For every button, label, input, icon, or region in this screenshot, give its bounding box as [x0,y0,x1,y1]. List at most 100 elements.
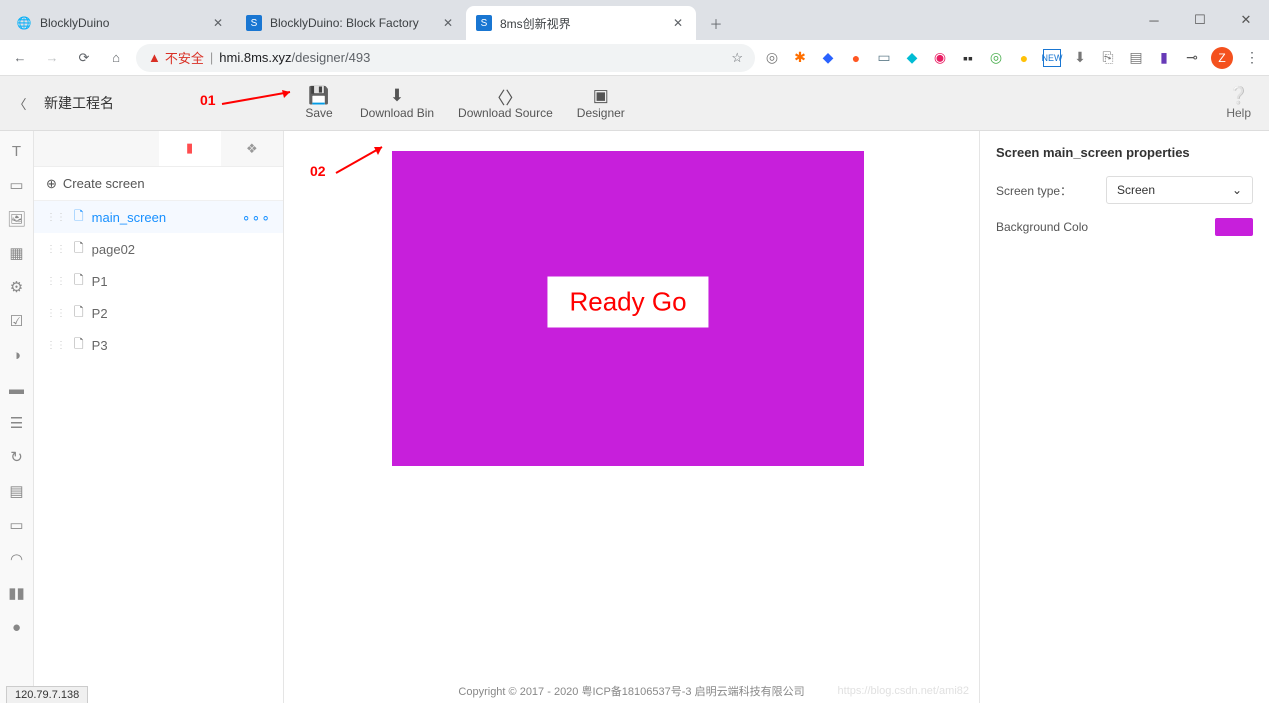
drag-handle-icon[interactable]: ⋮⋮ [46,340,66,351]
screen-canvas[interactable]: Ready Go [392,151,864,466]
file-icon: 🗋 [74,335,84,356]
bar-widget-icon[interactable]: ▬ [7,379,27,399]
list-widget-icon[interactable]: ☰ [7,413,27,433]
ext-icon[interactable]: ◎ [987,49,1005,67]
status-ip: 120.79.7.138 [6,686,88,703]
screen-type-value: Screen [1117,183,1155,197]
back-button[interactable]: ← [8,46,32,70]
forward-button[interactable]: → [40,46,64,70]
screens-tab[interactable]: ▮ [159,131,221,166]
screen-panel: ▮ ❖ ⊕ Create screen ⋮⋮ 🗋 main_screen ∘∘∘… [34,131,284,703]
drag-handle-icon[interactable]: ⋮⋮ [46,308,66,319]
drag-handle-icon[interactable]: ⋮⋮ [46,276,66,287]
layers-tab[interactable]: ❖ [221,131,283,166]
screen-name: P3 [92,338,108,353]
screen-item-page02[interactable]: ⋮⋮ 🗋 page02 [34,233,283,265]
close-icon[interactable]: ✕ [440,15,456,31]
screen-type-label: Screen type： [996,182,1096,199]
app-body: 02 T ▭ 🖼 ▦ ⚙ ☑ ◑ ▬ ☰ ↻ ▤ ▭ ◠ ▮▮ ● ▮ ❖ [0,131,1269,703]
ext-new-icon[interactable]: NEW [1043,49,1061,67]
screen-item-p3[interactable]: ⋮⋮ 🗋 P3 [34,329,283,361]
download-source-button[interactable]: 〈〉 Download Source [450,82,561,124]
key-icon[interactable]: ⊸ [1183,49,1201,67]
ext-icon[interactable]: ⎘ [1099,49,1117,67]
screen-name: P1 [92,274,108,289]
screen-type-select[interactable]: Screen ⌄ [1106,176,1253,204]
download-icon[interactable]: ⬇ [1071,49,1089,67]
help-button[interactable]: ❔ Help [1226,86,1251,120]
designer-label: Designer [577,106,625,120]
ext-icon[interactable]: ● [1015,49,1033,67]
layers-icon: ❖ [246,141,258,157]
tabs-container: 🌐 BlocklyDuino ✕ S BlocklyDuino: Block F… [0,4,730,40]
tab-8ms[interactable]: S 8ms创新视界 ✕ [466,6,696,40]
check-widget-icon[interactable]: ☑ [7,311,27,331]
ext-icon[interactable]: ▭ [875,49,893,67]
save-button[interactable]: 💾 Save [294,82,344,124]
ext-icon[interactable]: ▪▪ [959,49,977,67]
download-bin-label: Download Bin [360,106,434,120]
create-screen-button[interactable]: ⊕ Create screen [34,167,283,201]
profile-avatar[interactable]: Z [1211,47,1233,69]
app-back-button[interactable]: 〈 [0,76,40,130]
screen-item-main[interactable]: ⋮⋮ 🗋 main_screen ∘∘∘ [34,201,283,233]
menu-icon[interactable]: ⋮ [1243,49,1261,67]
panel-widget-icon[interactable]: ▭ [7,515,27,535]
text-widget-icon[interactable]: T [7,141,27,161]
ext-icon[interactable]: ▤ [1127,49,1145,67]
file-icon: ▮ [186,140,193,156]
designer-button[interactable]: ▣ Designer [569,82,633,124]
spinner-widget-icon[interactable]: ↻ [7,447,27,467]
properties-title: Screen main_screen properties [996,145,1253,160]
star-icon[interactable]: ☆ [731,50,743,66]
ext-icon[interactable]: ✱ [791,49,809,67]
canvas-area[interactable]: Ready Go Copyright © 2017 - 2020 粤ICP备18… [284,131,979,703]
home-button[interactable]: ⌂ [104,46,128,70]
browser-tab-strip: 🌐 BlocklyDuino ✕ S BlocklyDuino: Block F… [0,0,1269,40]
screen-item-p1[interactable]: ⋮⋮ 🗋 P1 [34,265,283,297]
maximize-button[interactable]: ☐ [1177,0,1223,40]
screen-name: main_screen [92,210,166,225]
close-window-button[interactable]: ✕ [1223,0,1269,40]
grid-widget-icon[interactable]: ▦ [7,243,27,263]
slider-widget-icon[interactable]: ⚙ [7,277,27,297]
drag-handle-icon[interactable]: ⋮⋮ [46,244,66,255]
plus-icon: ⊕ [46,176,57,192]
ext-icon[interactable]: ◆ [903,49,921,67]
ext-icon[interactable]: ▮ [1155,49,1173,67]
ext-icon[interactable]: ◉ [931,49,949,67]
prop-bg-color: Background Colo [996,218,1253,236]
more-icon[interactable]: ∘∘∘ [242,209,271,226]
gauge-widget-icon[interactable]: ◠ [7,549,27,569]
switch-widget-icon[interactable]: ◑ [7,345,27,365]
save-label: Save [305,106,332,120]
minimize-button[interactable]: ─ [1131,0,1177,40]
drag-handle-icon[interactable]: ⋮⋮ [46,212,66,223]
download-bin-button[interactable]: ⬇ Download Bin [352,82,442,124]
tab-blocklyduino[interactable]: 🌐 BlocklyDuino ✕ [6,6,236,40]
reload-button[interactable]: ⟳ [72,46,96,70]
ext-icon[interactable]: ◎ [763,49,781,67]
screen-item-p2[interactable]: ⋮⋮ 🗋 P2 [34,297,283,329]
bg-color-swatch[interactable] [1215,218,1253,236]
ext-icon[interactable]: ● [847,49,865,67]
file-icon: 🗋 [74,239,84,260]
ext-icon[interactable]: ◆ [819,49,837,67]
new-tab-button[interactable]: ＋ [702,9,730,37]
rect-widget-icon[interactable]: ▭ [7,175,27,195]
progress-widget-icon[interactable]: ▮▮ [7,583,27,603]
image-widget-icon[interactable]: 🖼 [7,209,27,229]
properties-panel: Screen main_screen properties Screen typ… [979,131,1269,703]
table-widget-icon[interactable]: ▤ [7,481,27,501]
prop-screen-type: Screen type： Screen ⌄ [996,176,1253,204]
window-controls: ─ ☐ ✕ [1131,0,1269,40]
tab-block-factory[interactable]: S BlocklyDuino: Block Factory ✕ [236,6,466,40]
widget-toolbox: T ▭ 🖼 ▦ ⚙ ☑ ◑ ▬ ☰ ↻ ▤ ▭ ◠ ▮▮ ● [0,131,34,703]
close-icon[interactable]: ✕ [210,15,226,31]
circle-widget-icon[interactable]: ● [7,617,27,637]
security-warning: ▲ 不安全 [148,48,204,67]
bg-color-label: Background Colo [996,220,1096,234]
ready-go-label[interactable]: Ready Go [547,277,708,328]
address-bar[interactable]: ▲ 不安全 | hmi.8ms.xyz/designer/493 ☆ [136,44,755,72]
close-icon[interactable]: ✕ [670,15,686,31]
